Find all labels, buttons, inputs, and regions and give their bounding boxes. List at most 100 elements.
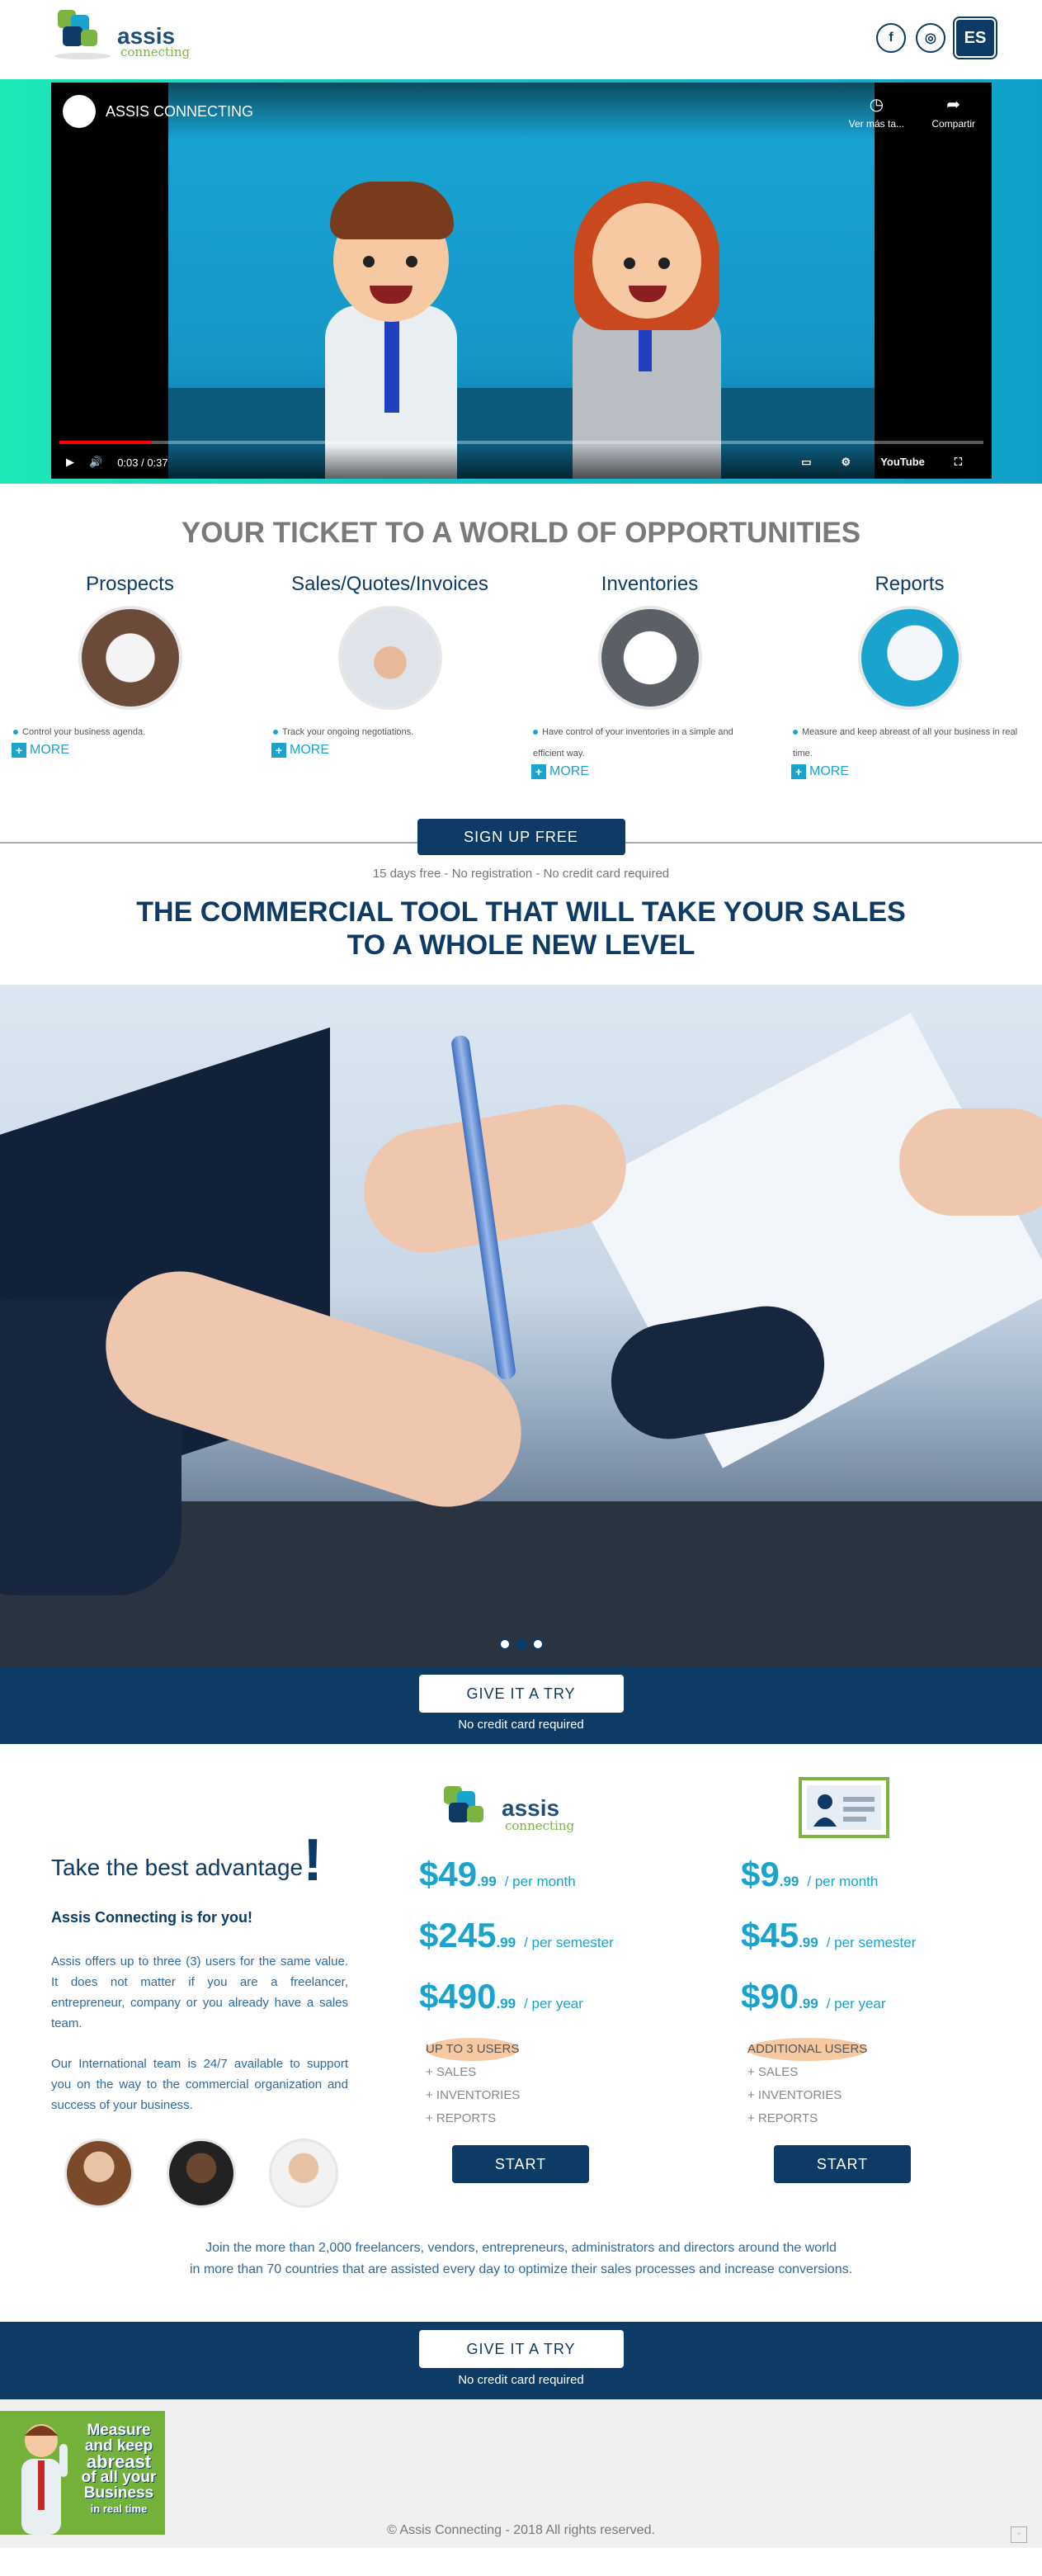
logo-mark-icon (444, 1786, 483, 1822)
feature-reports: Reports Measure and keep abreast of all … (780, 563, 1040, 835)
advantage-title: Take the best advantage! (51, 1827, 348, 1894)
promo-line: of all your (81, 2469, 157, 2486)
price-amount: $49 (419, 1855, 478, 1893)
advantage-column: Take the best advantage! Assis Connectin… (51, 1827, 348, 2208)
price-semester: $45.99 / per semester (741, 1916, 947, 1955)
user-card-icon (799, 1777, 889, 1838)
price-monthly: $9.99 / per month (741, 1855, 947, 1894)
instagram-icon[interactable]: ◎ (916, 23, 945, 53)
plan-feature: + REPORTS (426, 2111, 497, 2125)
more-link[interactable]: + MORE (531, 764, 780, 779)
price-semester: $245.99 / per semester (419, 1916, 625, 1955)
plus-icon: + (531, 764, 546, 779)
feature-prospects: Prospects Control your business agenda. … (0, 563, 260, 835)
volume-icon[interactable]: 🔊 (89, 456, 102, 469)
video-title[interactable]: ASSIS CONNECTING (106, 103, 253, 121)
advantage-text: Take the best advantage (51, 1855, 304, 1880)
join-line-1: Join the more than 2,000 freelancers, ve… (205, 2241, 837, 2255)
price-cents: .99 (799, 1935, 818, 1950)
bullet-icon (793, 730, 798, 735)
price-cents: .99 (477, 1874, 497, 1889)
join-line-2: in more than 70 countries that are assis… (189, 2262, 853, 2276)
avatar (167, 2139, 236, 2208)
start-button[interactable]: START (774, 2145, 911, 2183)
offer-paragraph: Assis offers up to three (3) users for t… (51, 1954, 348, 2030)
tool-title-line-2: TO A WHOLE NEW LEVEL (347, 929, 695, 961)
promo-banner[interactable]: Measure and keep abreast of all your Bus… (0, 2411, 165, 2535)
more-label: MORE (290, 743, 329, 757)
price-amount: $45 (741, 1916, 799, 1954)
exclamation-mark: ! (303, 1827, 323, 1893)
feature-description: Control your business agenda. (0, 721, 260, 743)
feature-desc-text: Control your business agenda. (22, 727, 146, 737)
facebook-icon[interactable]: f (876, 23, 906, 53)
play-icon[interactable]: ▶ (66, 456, 74, 469)
price-cents: .99 (799, 1996, 818, 2011)
assis-logo[interactable]: assis connecting (51, 5, 200, 63)
bullet-icon (533, 730, 538, 735)
start-button[interactable]: START (452, 2145, 589, 2183)
clock-icon: ◷ (869, 96, 884, 114)
slider-dots (498, 1638, 544, 1650)
avatar (269, 2139, 338, 2208)
cta-subtext: No credit card required (458, 1718, 584, 1732)
site-header: assis connecting f ◎ ES (0, 0, 1042, 79)
price-period: / per semester (826, 1935, 917, 1950)
plus-icon: + (271, 743, 286, 758)
report-chart-image (857, 606, 962, 710)
fullscreen-icon[interactable]: ⛶ (955, 456, 962, 469)
customer-avatars (51, 2139, 348, 2208)
feature-desc-text: Have control of your inventories in a si… (533, 727, 733, 759)
price-cents: .99 (779, 1874, 799, 1889)
promo-text: Measure and keep abreast of all your Bus… (76, 2422, 162, 2517)
youtube-logo[interactable]: YouTube (880, 456, 925, 469)
video-progress-fill (59, 441, 152, 444)
feature-description: Have control of your inventories in a si… (520, 721, 780, 764)
promo-line: Measure (87, 2422, 151, 2439)
video-progress-bar[interactable] (59, 441, 983, 444)
channel-avatar[interactable] (63, 95, 96, 128)
promo-line: Business (83, 2484, 154, 2502)
slider-dot[interactable] (498, 1638, 511, 1650)
give-it-a-try-button[interactable]: GIVE IT A TRY (418, 1675, 624, 1713)
video-controls: ▶ 🔊 0:03 / 0:37 ▭ ⚙ YouTube ⛶ (51, 446, 992, 479)
captions-icon[interactable]: ▭ (801, 456, 811, 469)
plan-features-head: UP TO 3 USERS (426, 2038, 520, 2061)
page-icon[interactable]: ▫ (1011, 2526, 1027, 2543)
agenda-image (78, 606, 182, 710)
plan-feature: + SALES (426, 2065, 477, 2079)
plan-logo (741, 1777, 947, 1843)
bullet-icon (273, 730, 278, 735)
video-band: ASSIS CONNECTING ◷ Ver más ta... ➦ Compa… (0, 79, 1042, 484)
share-label: Compartir (931, 118, 975, 130)
share-button[interactable]: ➦ Compartir (931, 94, 975, 130)
more-link[interactable]: + MORE (791, 764, 1040, 779)
price-cents: .99 (496, 1996, 516, 2011)
feature-title: Prospects (86, 573, 174, 595)
plan-feature: + REPORTS (747, 2111, 818, 2125)
settings-icon[interactable]: ⚙ (842, 456, 851, 469)
price-period: / per semester (524, 1935, 614, 1950)
handshake-image (337, 606, 442, 710)
more-link[interactable]: + MORE (12, 743, 260, 758)
tool-title: THE COMMERCIAL TOOL THAT WILL TAKE YOUR … (0, 896, 1042, 962)
slider-dot[interactable] (531, 1638, 544, 1650)
feature-sales: Sales/Quotes/Invoices Track your ongoing… (260, 563, 520, 835)
watch-later-button[interactable]: ◷ Ver más ta... (849, 94, 904, 130)
slider-dot-active[interactable] (515, 1638, 527, 1650)
plan-feature: + INVENTORIES (747, 2088, 842, 2102)
give-it-a-try-button[interactable]: GIVE IT A TRY (418, 2330, 624, 2368)
price-period: / per month (504, 1874, 576, 1889)
tool-title-line-1: THE COMMERCIAL TOOL THAT WILL TAKE YOUR … (136, 896, 906, 928)
bullet-icon (13, 730, 18, 735)
clipboard-image (597, 606, 702, 710)
plan-logo: assis connecting (419, 1777, 625, 1843)
youtube-player[interactable]: ASSIS CONNECTING ◷ Ver más ta... ➦ Compa… (51, 83, 992, 479)
more-link[interactable]: + MORE (271, 743, 520, 758)
video-time: 0:03 / 0:37 (117, 456, 168, 469)
cta-band: GIVE IT A TRY No credit card required (0, 1666, 1042, 1744)
price-amount: $90 (741, 1977, 799, 2016)
plan-feature: + INVENTORIES (426, 2088, 521, 2102)
signup-fine-print: 15 days free - No registration - No cred… (372, 867, 670, 881)
language-toggle-button[interactable]: ES (955, 18, 996, 58)
